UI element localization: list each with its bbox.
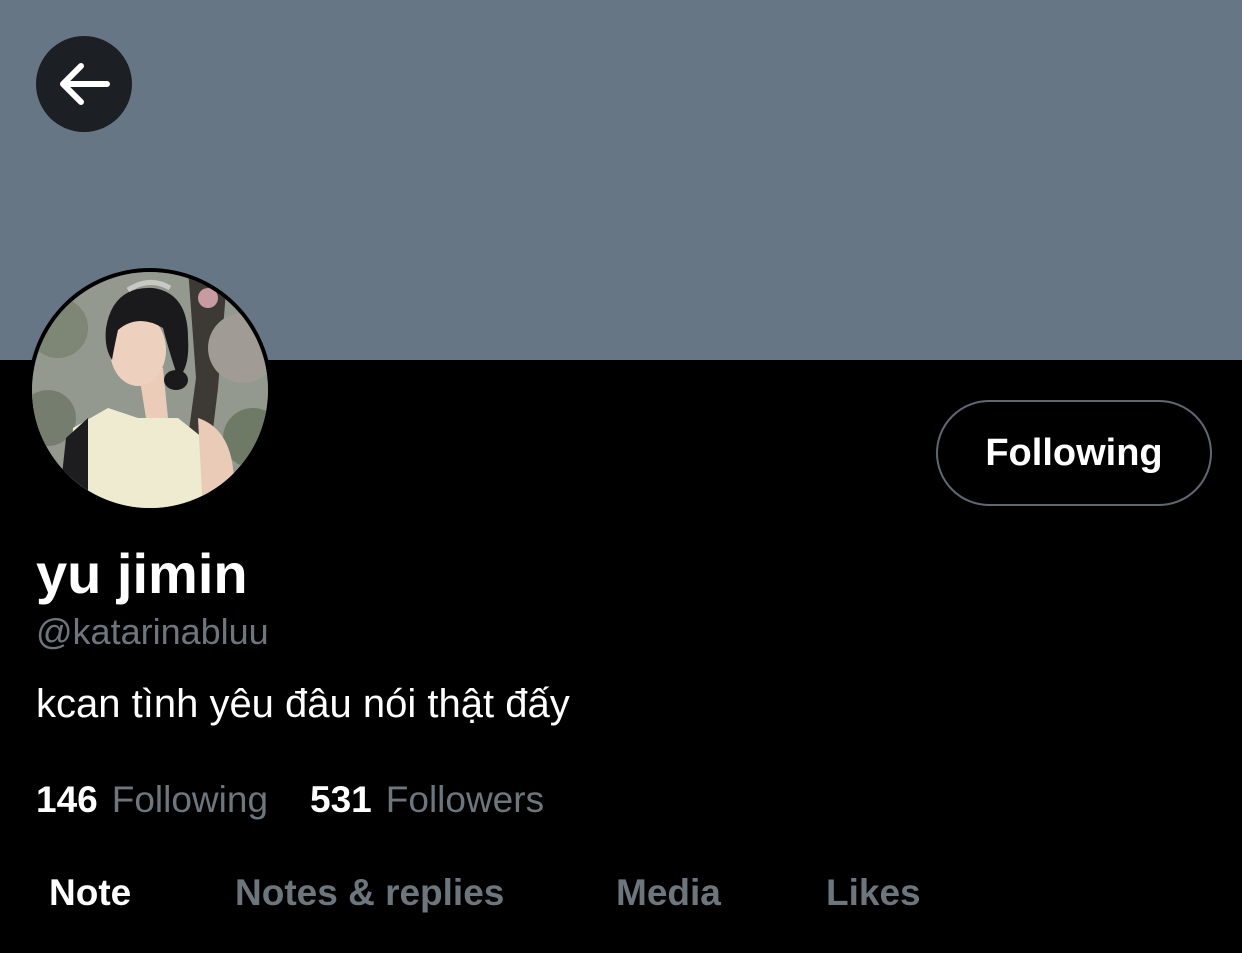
tab-notes-and-replies[interactable]: Notes & replies (235, 862, 504, 924)
followers-label: Followers (385, 779, 545, 820)
profile-tabs: Note Notes & replies Media Likes (0, 862, 1242, 924)
avatar[interactable] (28, 268, 272, 512)
tab-likes[interactable]: Likes (826, 862, 921, 924)
followers-stat-link[interactable]: 531 Followers (310, 776, 544, 824)
following-button[interactable]: Following (936, 400, 1212, 506)
tab-media[interactable]: Media (616, 862, 721, 924)
following-stat-link[interactable]: 146 Following (36, 776, 268, 824)
user-handle: @katarinabluu (36, 611, 269, 652)
tab-note[interactable]: Note (49, 862, 131, 924)
arrow-left-icon (60, 63, 110, 105)
profile-bio: kcan tình yêu đâu nói thật đấy (36, 682, 570, 726)
followers-count: 531 (310, 779, 372, 820)
back-button[interactable] (36, 36, 132, 132)
display-name: yu jimin (36, 542, 248, 605)
following-count: 146 (36, 779, 98, 820)
following-label: Following (111, 779, 269, 820)
profile-stats: 146 Following 531 Followers (36, 776, 586, 824)
avatar-photo (32, 272, 268, 508)
